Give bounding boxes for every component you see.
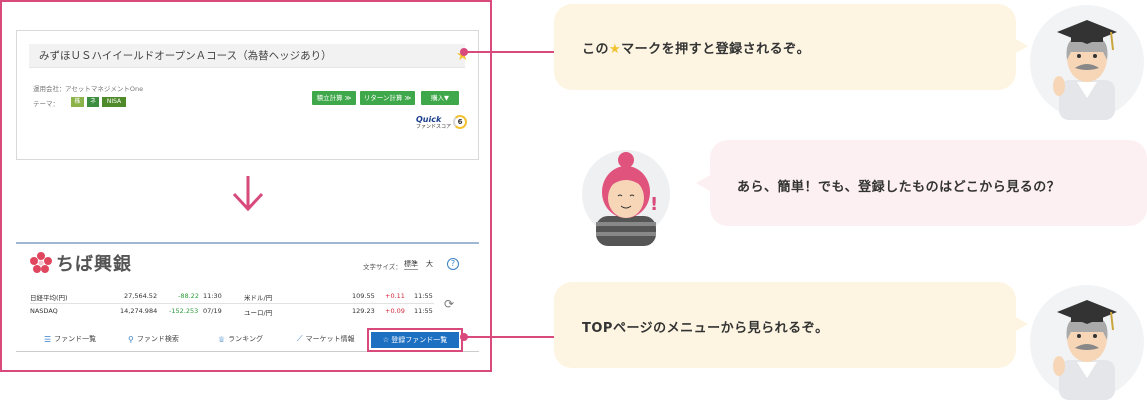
- market-time: 11:55: [414, 307, 433, 315]
- bubble-3-text: TOPページのメニューから見られるぞ。: [582, 321, 829, 336]
- font-size-label: 文字サイズ：: [363, 263, 402, 271]
- installment-calc-button[interactable]: 積立計算 ≫: [312, 91, 356, 105]
- crown-icon: ♕: [218, 334, 226, 344]
- refresh-icon[interactable]: ⟳: [444, 297, 454, 311]
- bank-top-page: ちば興銀 文字サイズ： 標準 大 ? 日経平均(円) 27,564.52 -88…: [16, 242, 479, 358]
- company-name: アセットマネジメントOne: [65, 85, 144, 93]
- fund-score-badge: 6: [453, 115, 467, 129]
- flower-logo-icon: [30, 252, 52, 273]
- nav-ranking[interactable]: ♕ ランキング: [218, 334, 263, 344]
- fund-title[interactable]: みずほＵＳハイイールドオープンＡコース（為替ヘッジあり）: [39, 48, 332, 63]
- bubble-2-text: あら、簡単！でも、登録したものはどこから見るの？: [737, 180, 1061, 195]
- theme-label: テーマ：: [33, 100, 59, 108]
- nav-fund-search[interactable]: ⚲ ファンド検索: [128, 334, 179, 344]
- fund-card: みずほＵＳハイイールドオープンＡコース（為替ヘッジあり） ★ 運用会社： アセッ…: [16, 30, 479, 160]
- market-value: 27,564.52: [124, 292, 158, 300]
- bubble-tail: [696, 175, 710, 191]
- quick-logo-text: Quick: [416, 115, 442, 124]
- nav-fund-list[interactable]: ☰ ファンド一覧: [44, 334, 96, 344]
- registered-funds-label: 登録ファンド一覧: [391, 336, 448, 344]
- market-divider: [30, 303, 434, 304]
- market-change: -88.22: [178, 292, 199, 300]
- tag-stock: 株: [71, 97, 84, 107]
- bubble-tail: [1014, 38, 1028, 54]
- market-time: 11:30: [203, 292, 222, 300]
- professor-avatar: [1030, 285, 1144, 400]
- nav-market-info[interactable]: ⟋ マーケット情報: [297, 334, 355, 344]
- help-icon[interactable]: ?: [447, 258, 459, 270]
- market-value: 14,274.984: [120, 307, 158, 315]
- exclamation-icon: !: [650, 194, 659, 215]
- chart-icon: ⟋: [297, 334, 303, 343]
- star-icon: ★: [609, 42, 622, 57]
- tag-net: ネ: [87, 97, 99, 107]
- fund-title-bar: みずほＵＳハイイールドオープンＡコース（為替ヘッジあり） ★: [29, 44, 469, 68]
- market-name[interactable]: 日経平均(円): [30, 292, 68, 302]
- bubble-tail: [1014, 316, 1028, 332]
- list-icon: ☰: [44, 334, 52, 344]
- bank-logo[interactable]: ちば興銀: [30, 250, 132, 276]
- bank-name: ちば興銀: [56, 254, 132, 275]
- market-change: +0.11: [385, 292, 405, 300]
- quick-logo: Quick ファンドスコア: [416, 115, 451, 130]
- market-time: 11:55: [414, 292, 433, 300]
- star-outline-icon: ☆: [382, 336, 390, 344]
- market-change: +0.09: [385, 307, 405, 315]
- market-name[interactable]: ユーロ/円: [244, 307, 272, 317]
- nav-label: ファンド一覧: [54, 335, 97, 343]
- market-change: -152.253: [169, 307, 199, 315]
- company-label: 運用会社：: [33, 85, 66, 93]
- market-time: 07/19: [203, 307, 222, 315]
- screenshot-frame: みずほＵＳハイイールドオープンＡコース（為替ヘッジあり） ★ 運用会社： アセッ…: [0, 0, 492, 372]
- font-size-standard[interactable]: 標準: [404, 259, 418, 270]
- market-value: 129.23: [352, 307, 375, 315]
- font-size-large[interactable]: 大: [426, 259, 433, 269]
- buy-button[interactable]: 購入▼: [421, 91, 459, 105]
- market-value: 109.55: [352, 292, 375, 300]
- return-calc-button[interactable]: リターン計算 ≫: [360, 91, 415, 105]
- nav-label: マーケット情報: [305, 335, 355, 343]
- professor-avatar: [1030, 5, 1144, 120]
- bubble-1-text: この★マークを押すと登録されるぞ。: [582, 38, 810, 57]
- down-arrow-icon: [232, 176, 264, 212]
- tutorial-stage: みずほＵＳハイイールドオープンＡコース（為替ヘッジあり） ★ 運用会社： アセッ…: [0, 0, 1147, 400]
- search-icon: ⚲: [128, 334, 134, 344]
- callout-line: [466, 336, 554, 338]
- callout-line: [466, 51, 554, 53]
- bubble-1-text-after: マークを押すと登録されるぞ。: [621, 42, 811, 57]
- bubble-1-text-before: この: [582, 42, 610, 57]
- woman-avatar: [582, 150, 670, 246]
- market-name[interactable]: 米ドル/円: [244, 292, 272, 302]
- tag-nisa: NISA: [102, 97, 126, 107]
- registered-funds-button[interactable]: ☆ 登録ファンド一覧: [371, 332, 459, 348]
- market-name[interactable]: NASDAQ: [30, 307, 58, 315]
- quick-logo-sub: ファンドスコア: [416, 124, 452, 130]
- nav-label: ランキング: [228, 335, 263, 343]
- nav-label: ファンド検索: [136, 335, 179, 343]
